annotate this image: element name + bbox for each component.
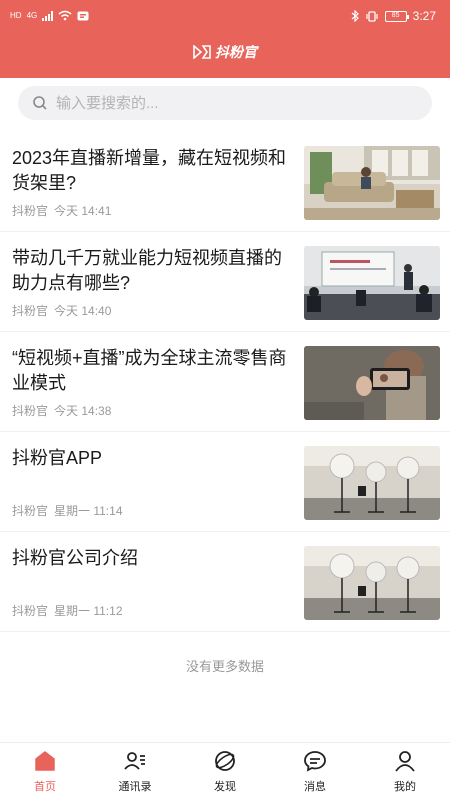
battery-icon: 85 bbox=[384, 10, 409, 22]
status-right: 85 3:27 bbox=[351, 9, 436, 23]
news-source: 抖粉官 bbox=[12, 504, 49, 518]
news-meta: 抖粉官 星期一 11:12 bbox=[12, 602, 123, 619]
network-type: 4G bbox=[26, 11, 38, 20]
news-source: 抖粉官 bbox=[12, 604, 49, 618]
discover-icon bbox=[215, 751, 235, 771]
tab-label: 首页 bbox=[34, 781, 56, 793]
news-meta: 抖粉官 今天 14:40 bbox=[12, 302, 111, 319]
network-label: HD bbox=[10, 11, 22, 20]
wifi-icon bbox=[58, 10, 72, 21]
news-source: 抖粉官 bbox=[12, 304, 49, 318]
news-meta: 抖粉官 今天 14:41 bbox=[12, 202, 111, 219]
living-room-photo bbox=[304, 146, 440, 220]
news-title: 2023年直播新增量，藏在短视频和货架里? bbox=[12, 148, 287, 193]
status-left: HD 4G bbox=[10, 10, 89, 21]
news-thumbnail bbox=[304, 546, 440, 620]
news-thumbnail bbox=[304, 346, 440, 420]
app-header: HD 4G 85 3:27 抖粉官 bbox=[0, 0, 450, 78]
news-meta: 抖粉官 今天 14:38 bbox=[12, 402, 111, 419]
vibrate-icon bbox=[366, 10, 378, 22]
bottom-tab-bar: 首页 通讯录 发现 消息 我的 bbox=[0, 742, 450, 800]
profile-icon bbox=[395, 751, 415, 772]
signal-icon bbox=[42, 10, 54, 21]
search-bar[interactable] bbox=[18, 86, 432, 120]
news-item[interactable]: 带动几千万就业能力短视频直播的助力点有哪些? 抖粉官 今天 14:40 bbox=[0, 232, 450, 332]
news-thumbnail bbox=[304, 246, 440, 320]
news-item[interactable]: “短视频+直播”成为全球主流零售商业模式 抖粉官 今天 14:38 bbox=[0, 332, 450, 432]
news-time: 今天 14:41 bbox=[54, 204, 112, 218]
news-list: 2023年直播新增量，藏在短视频和货架里? 抖粉官 今天 14:41 带动几千万就… bbox=[0, 132, 450, 632]
tab-label: 消息 bbox=[304, 781, 326, 793]
phone-filming-photo bbox=[304, 346, 440, 420]
news-item[interactable]: 2023年直播新增量，藏在短视频和货架里? 抖粉官 今天 14:41 bbox=[0, 132, 450, 232]
status-time: 3:27 bbox=[412, 9, 436, 23]
brand-name: 抖粉官 bbox=[215, 44, 257, 60]
news-time: 今天 14:38 bbox=[54, 404, 112, 418]
no-more-data-text: 没有更多数据 bbox=[185, 659, 264, 674]
brand-logo: 抖粉官 bbox=[0, 42, 450, 62]
photo-studio-photo bbox=[304, 546, 440, 620]
news-time: 星期一 11:12 bbox=[54, 604, 123, 618]
tab-contacts[interactable]: 通讯录 bbox=[90, 743, 180, 800]
news-title: 带动几千万就业能力短视频直播的助力点有哪些? bbox=[12, 248, 282, 293]
battery-level: 85 bbox=[391, 11, 400, 19]
meeting-room-photo bbox=[304, 246, 440, 320]
tab-label: 通讯录 bbox=[118, 781, 152, 793]
message-icon bbox=[304, 751, 326, 772]
search-input[interactable] bbox=[56, 94, 396, 112]
notification-icon bbox=[77, 11, 89, 20]
news-item[interactable]: 抖粉官公司介绍 抖粉官 星期一 11:12 bbox=[0, 532, 450, 632]
bluetooth-icon bbox=[351, 10, 359, 22]
news-title: “短视频+直播”成为全球主流零售商业模式 bbox=[12, 348, 287, 393]
tab-home[interactable]: 首页 bbox=[0, 743, 90, 800]
news-item[interactable]: 抖粉官APP 抖粉官 星期一 11:14 bbox=[0, 432, 450, 532]
tab-profile[interactable]: 我的 bbox=[360, 743, 450, 800]
home-icon bbox=[35, 751, 55, 771]
news-title: 抖粉官APP bbox=[12, 448, 103, 468]
tab-label: 我的 bbox=[394, 781, 416, 793]
tab-messages[interactable]: 消息 bbox=[270, 743, 360, 800]
tab-discover[interactable]: 发现 bbox=[180, 743, 270, 800]
contacts-icon bbox=[124, 752, 145, 770]
photo-studio-photo bbox=[304, 446, 440, 520]
news-time: 星期一 11:14 bbox=[54, 504, 123, 518]
brand-logo-icon bbox=[193, 45, 211, 59]
news-title: 抖粉官公司介绍 bbox=[12, 548, 138, 568]
news-source: 抖粉官 bbox=[12, 204, 49, 218]
tab-label: 发现 bbox=[214, 781, 236, 793]
news-time: 今天 14:40 bbox=[54, 304, 112, 318]
news-source: 抖粉官 bbox=[12, 404, 49, 418]
news-meta: 抖粉官 星期一 11:14 bbox=[12, 502, 123, 519]
search-icon bbox=[33, 96, 47, 110]
status-bar: HD 4G 85 3:27 bbox=[0, 0, 450, 34]
news-thumbnail bbox=[304, 446, 440, 520]
news-thumbnail bbox=[304, 146, 440, 220]
